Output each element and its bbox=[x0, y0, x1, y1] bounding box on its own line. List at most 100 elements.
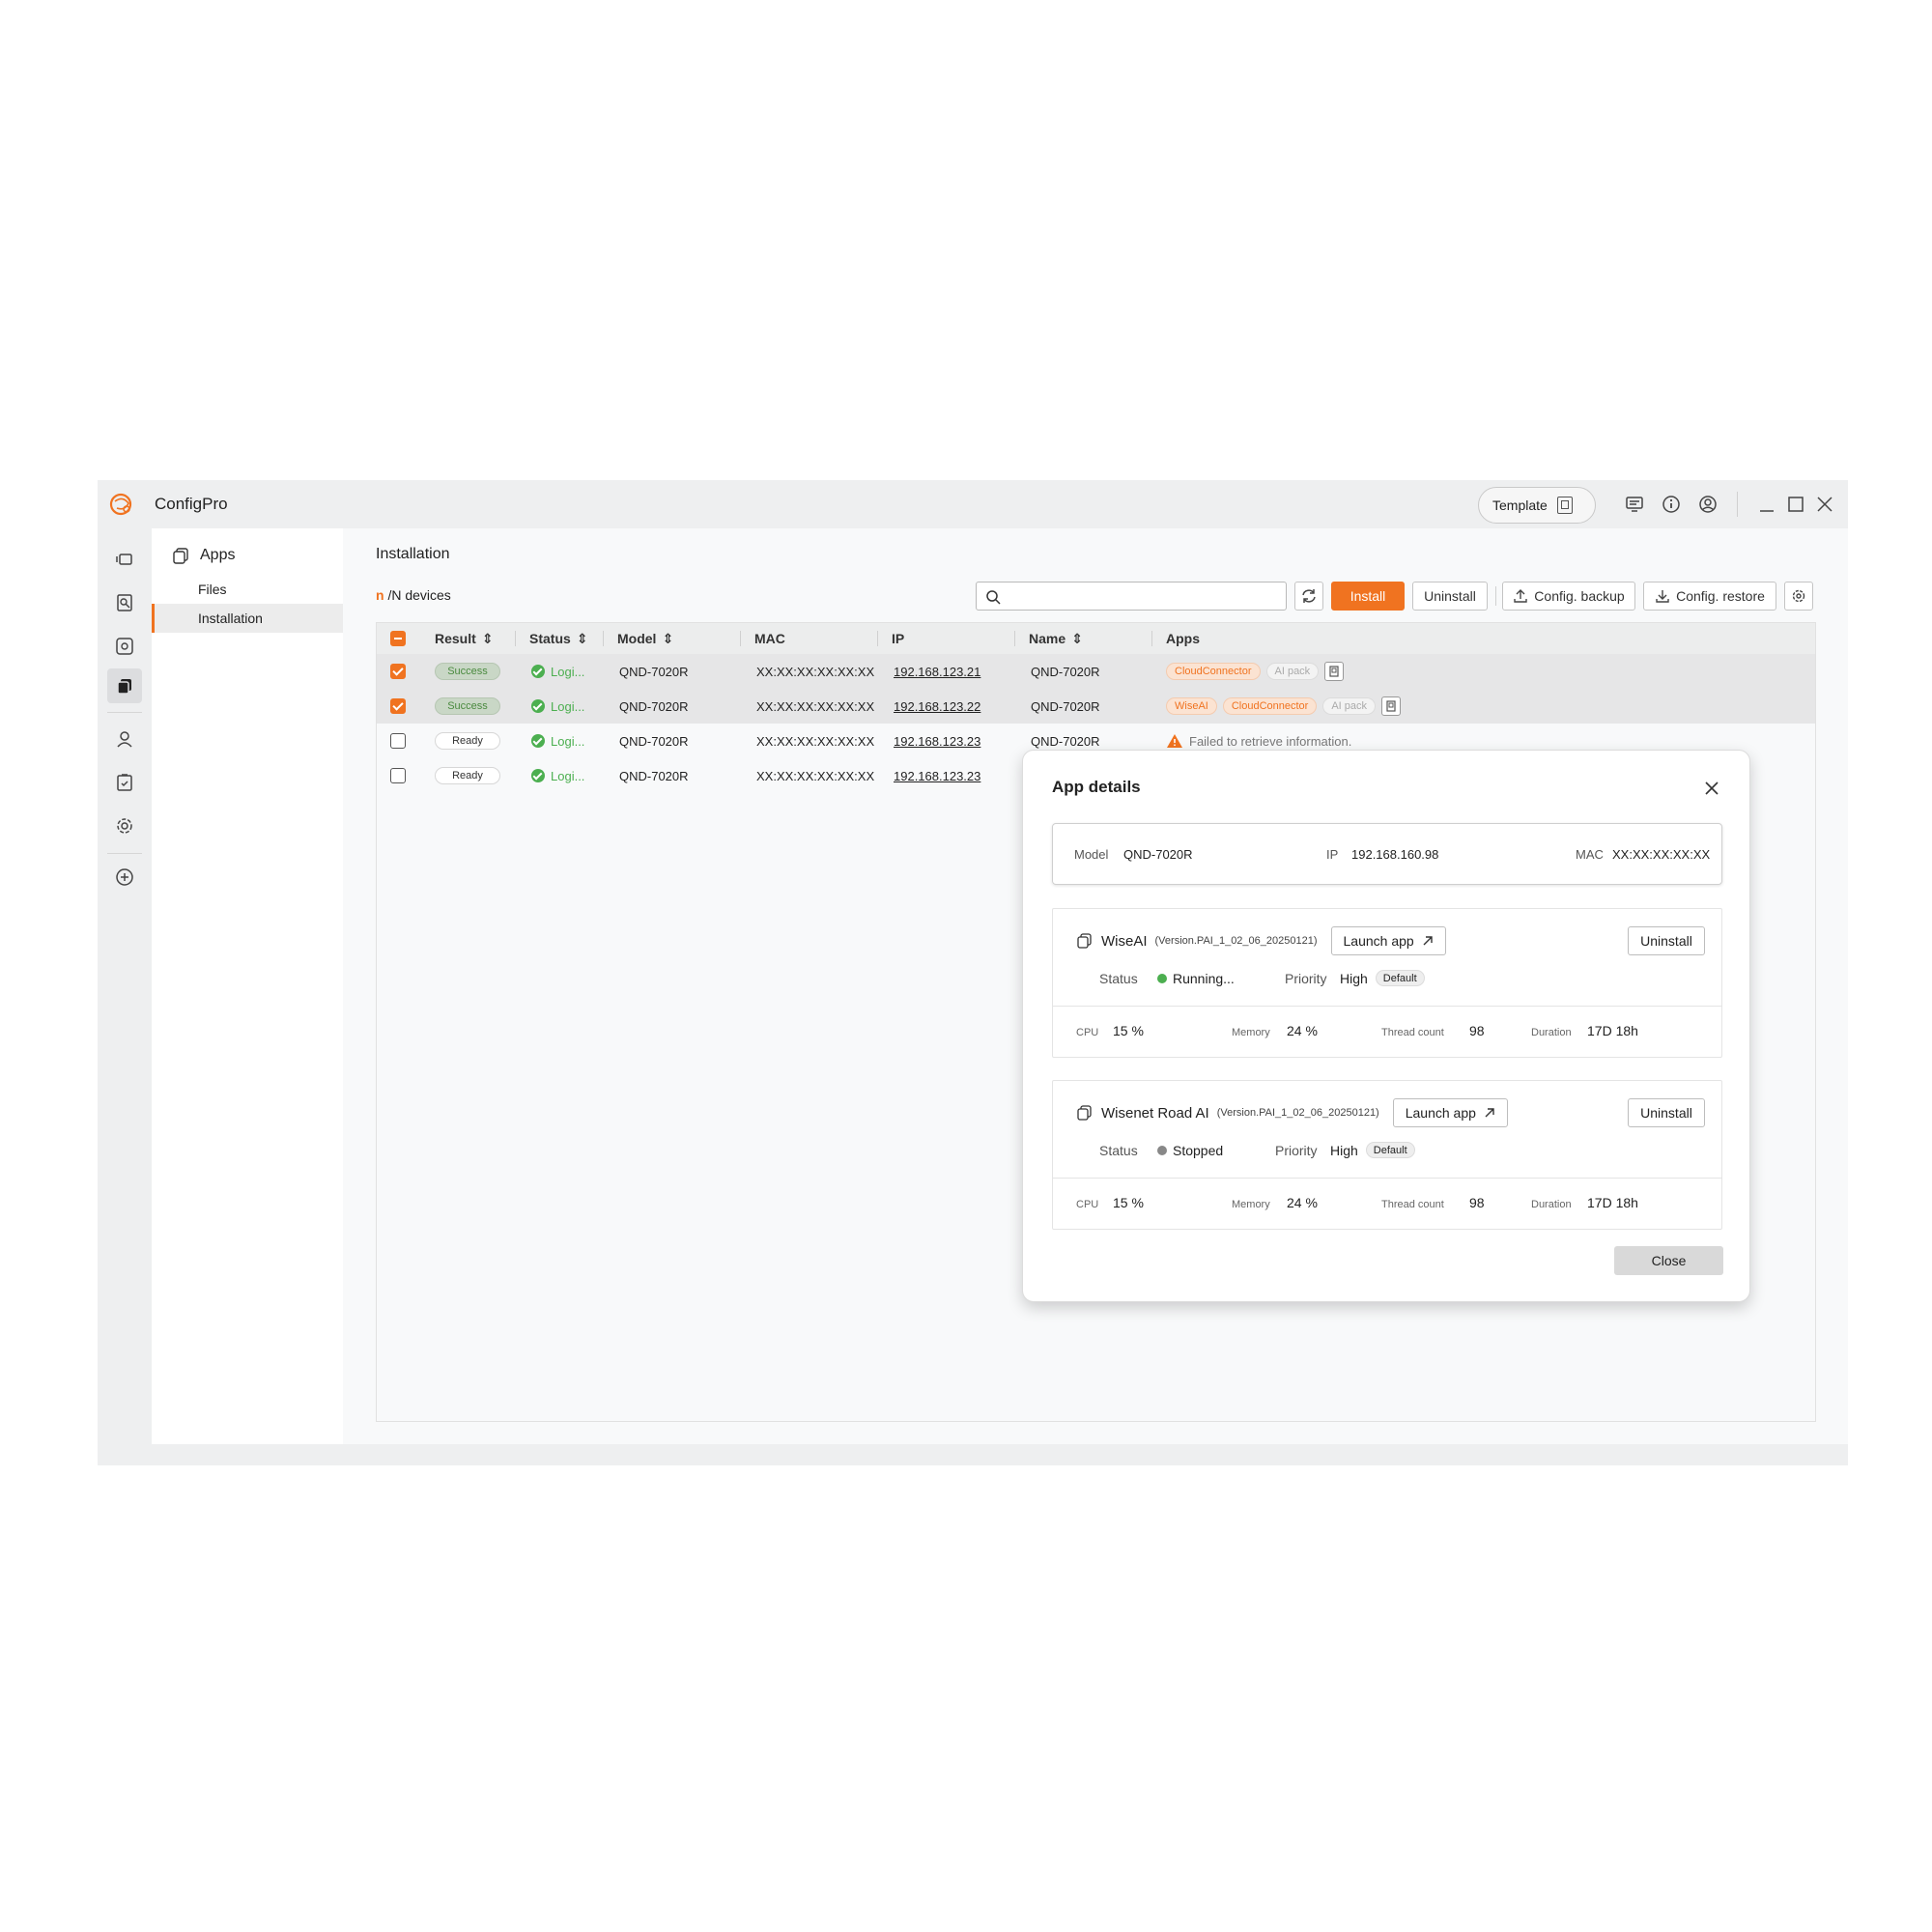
row-checkbox[interactable] bbox=[390, 758, 406, 793]
app-details-icon[interactable] bbox=[1324, 662, 1345, 681]
thread-label: Thread count bbox=[1381, 1199, 1444, 1210]
col-result[interactable]: Result ⇕ bbox=[435, 623, 494, 654]
row-checkbox[interactable] bbox=[390, 724, 406, 758]
duration-value: 17D 18h bbox=[1587, 1023, 1638, 1038]
device-count: n /N devices bbox=[376, 587, 451, 603]
device-count-selected: n bbox=[376, 587, 384, 603]
uninstall-app-button[interactable]: Uninstall bbox=[1628, 1098, 1705, 1127]
result-badge: Success bbox=[435, 697, 500, 715]
config-restore-button[interactable]: Config. restore bbox=[1643, 582, 1776, 611]
col-model[interactable]: Model ⇕ bbox=[617, 623, 673, 654]
col-status[interactable]: Status ⇕ bbox=[529, 623, 588, 654]
col-name[interactable]: Name ⇕ bbox=[1029, 623, 1083, 654]
close-icon[interactable] bbox=[1704, 781, 1719, 796]
duration-value: 17D 18h bbox=[1587, 1195, 1638, 1210]
row-checkbox[interactable] bbox=[390, 654, 406, 689]
priority-label: Priority bbox=[1285, 970, 1327, 986]
ip-link[interactable]: 192.168.123.23 bbox=[894, 724, 980, 758]
table-row[interactable]: Success Logi... QND-7020R XX:XX:XX:XX:XX… bbox=[377, 654, 1815, 689]
col-name-label: Name bbox=[1029, 631, 1066, 646]
memory-label: Memory bbox=[1232, 1199, 1270, 1210]
ip-link[interactable]: 192.168.123.23 bbox=[894, 758, 980, 793]
cpu-value: 15 % bbox=[1113, 1195, 1144, 1210]
maximize-icon[interactable] bbox=[1786, 495, 1805, 514]
search-input[interactable] bbox=[976, 582, 1287, 611]
status-value: Running... bbox=[1173, 970, 1235, 986]
app-tag: WiseAI bbox=[1166, 697, 1217, 715]
model-cell: QND-7020R bbox=[619, 733, 689, 749]
uninstall-button[interactable]: Uninstall bbox=[1412, 582, 1488, 611]
refresh-icon bbox=[1302, 589, 1316, 603]
rail-search-file-icon[interactable] bbox=[107, 585, 142, 620]
rail-user-icon[interactable] bbox=[107, 722, 142, 756]
subnav-item-files[interactable]: Files bbox=[152, 575, 343, 604]
app-card: WiseAI (Version.PAI_1_02_06_20250121) La… bbox=[1052, 908, 1722, 1058]
sort-icon: ⇕ bbox=[481, 631, 494, 646]
subnav-header-label: Apps bbox=[200, 547, 236, 563]
sort-icon: ⇕ bbox=[1071, 631, 1083, 646]
app-details-icon[interactable] bbox=[1381, 696, 1402, 716]
apps-cell: CloudConnector AI pack bbox=[1166, 654, 1345, 689]
memory-label: Memory bbox=[1232, 1027, 1270, 1038]
rail-add-icon[interactable] bbox=[107, 860, 142, 895]
refresh-button[interactable] bbox=[1294, 582, 1323, 611]
col-ip-label: IP bbox=[892, 631, 905, 646]
rail-sync-settings-icon[interactable] bbox=[107, 629, 142, 664]
app-tag: CloudConnector bbox=[1166, 663, 1261, 680]
external-link-icon bbox=[1485, 1108, 1494, 1118]
apps-error-message: Failed to retrieve information. bbox=[1189, 733, 1352, 749]
col-result-label: Result bbox=[435, 631, 476, 646]
config-backup-button[interactable]: Config. backup bbox=[1502, 582, 1635, 611]
rail-device-icon[interactable] bbox=[107, 542, 142, 577]
select-all-checkbox[interactable] bbox=[390, 623, 406, 654]
priority-badge: Default bbox=[1365, 1142, 1415, 1158]
card-divider bbox=[1053, 1178, 1721, 1179]
ip-link[interactable]: 192.168.123.21 bbox=[894, 654, 980, 689]
rail-apps-icon[interactable] bbox=[107, 668, 142, 703]
install-button[interactable]: Install bbox=[1331, 582, 1405, 611]
rail-checklist-icon[interactable] bbox=[107, 765, 142, 800]
app-name: Wisenet Road AI bbox=[1101, 1104, 1209, 1122]
model-cell: QND-7020R bbox=[619, 664, 689, 679]
info-icon[interactable] bbox=[1662, 495, 1681, 514]
row-checkbox[interactable] bbox=[390, 689, 406, 724]
app-title: ConfigPro bbox=[155, 495, 228, 513]
close-window-icon[interactable] bbox=[1815, 495, 1834, 514]
template-button[interactable]: Template bbox=[1478, 487, 1596, 524]
apps-cell: WiseAI CloudConnector AI pack bbox=[1166, 689, 1402, 724]
launch-app-button[interactable]: Launch app bbox=[1392, 1098, 1508, 1127]
table-row[interactable]: Success Logi... QND-7020R XX:XX:XX:XX:XX… bbox=[377, 689, 1815, 724]
duration-label: Duration bbox=[1531, 1199, 1572, 1210]
app-version: (Version.PAI_1_02_06_20250121) bbox=[1154, 935, 1318, 947]
uninstall-app-button[interactable]: Uninstall bbox=[1628, 926, 1705, 955]
account-icon[interactable] bbox=[1698, 495, 1718, 514]
launch-app-button[interactable]: Launch app bbox=[1330, 926, 1446, 955]
name-cell: QND-7020R bbox=[1031, 698, 1100, 714]
minimize-icon[interactable] bbox=[1757, 495, 1776, 514]
subnav-item-installation[interactable]: Installation bbox=[152, 604, 343, 633]
close-button[interactable]: Close bbox=[1614, 1246, 1723, 1275]
monitor-list-icon[interactable] bbox=[1625, 495, 1644, 514]
col-mac: MAC bbox=[754, 623, 785, 654]
table-settings-button[interactable] bbox=[1784, 582, 1813, 611]
subnav-item-label: Files bbox=[198, 582, 227, 597]
ip-link[interactable]: 192.168.123.22 bbox=[894, 689, 980, 724]
priority-label: Priority bbox=[1275, 1142, 1318, 1158]
memory-value: 24 % bbox=[1287, 1023, 1318, 1038]
rail-gear-icon[interactable] bbox=[107, 809, 142, 843]
model-value: QND-7020R bbox=[1123, 847, 1193, 862]
priority-badge: Default bbox=[1375, 970, 1425, 986]
status-text: Logi... bbox=[551, 698, 585, 714]
col-divider bbox=[1151, 631, 1152, 646]
app-name: WiseAI bbox=[1101, 932, 1148, 950]
warning-icon bbox=[1167, 734, 1182, 748]
mac-cell: XX:XX:XX:XX:XX:XX bbox=[756, 768, 875, 783]
apps-icon bbox=[173, 548, 188, 564]
app-card-header: Wisenet Road AI (Version.PAI_1_02_06_202… bbox=[1076, 1098, 1508, 1127]
model-label: Model bbox=[1074, 847, 1109, 862]
status-row: Status Running... Priority High Default bbox=[1099, 970, 1425, 986]
config-restore-label: Config. restore bbox=[1676, 588, 1765, 604]
col-status-label: Status bbox=[529, 631, 571, 646]
duration-label: Duration bbox=[1531, 1027, 1572, 1038]
app-tag: AI pack bbox=[1265, 663, 1320, 680]
